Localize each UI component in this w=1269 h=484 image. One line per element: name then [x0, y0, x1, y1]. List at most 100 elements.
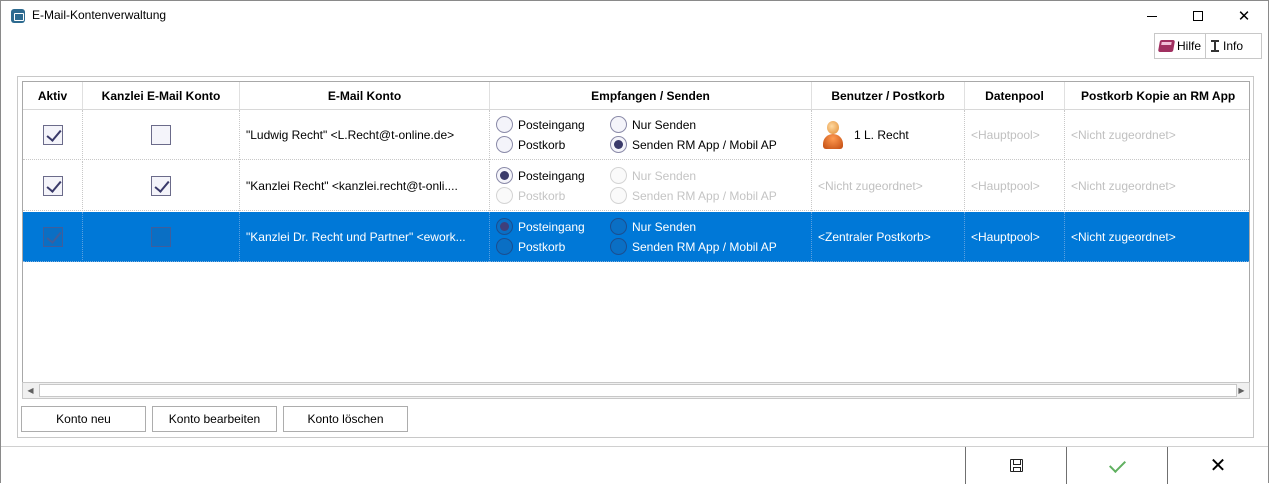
- kanzlei-cell: [83, 161, 240, 211]
- benutzer-cell[interactable]: 1 L. Recht: [812, 110, 965, 160]
- datenpool-cell[interactable]: <Hauptpool>: [965, 161, 1065, 211]
- radio-nur-senden[interactable]: Nur Senden: [610, 116, 696, 133]
- aktiv-cell: [23, 212, 83, 262]
- radio-nur-senden[interactable]: Nur Senden: [610, 167, 696, 184]
- help-button[interactable]: Hilfe: [1155, 34, 1205, 58]
- datenpool-cell[interactable]: <Hauptpool>: [965, 212, 1065, 262]
- radio-group: Posteingang Postkorb Nur Senden Senden R…: [490, 114, 810, 158]
- radio-label: Senden RM App / Mobil AP: [632, 137, 777, 152]
- email-konto-cell[interactable]: "Kanzlei Dr. Recht und Partner" <ework..…: [240, 212, 490, 262]
- person-icon: [822, 120, 844, 150]
- accounts-grid[interactable]: Aktiv Kanzlei E-Mail Konto E-Mail Konto …: [22, 81, 1250, 399]
- scroll-left-icon[interactable]: ◀: [23, 383, 38, 398]
- table-row[interactable]: "Kanzlei Recht" <kanzlei.recht@t-onli...…: [23, 161, 1249, 211]
- aktiv-cell: [23, 110, 83, 160]
- benutzer-cell[interactable]: <Zentraler Postkorb>: [812, 212, 965, 262]
- konto-neu-button[interactable]: Konto neu: [21, 406, 146, 432]
- benutzer-label: 1 L. Recht: [854, 128, 909, 142]
- kanzlei-cell: [83, 212, 240, 262]
- radio-group: Posteingang Postkorb Nur Senden Senden R…: [490, 216, 810, 260]
- aktiv-checkbox[interactable]: [42, 227, 63, 247]
- table-row[interactable]: "Ludwig Recht" <L.Recht@t-online.de> Pos…: [23, 110, 1249, 160]
- minimize-button[interactable]: [1129, 1, 1175, 31]
- column-header-datenpool[interactable]: Datenpool: [965, 82, 1065, 110]
- minimize-icon: [1147, 15, 1157, 17]
- maximize-button[interactable]: [1175, 1, 1221, 31]
- column-header-email-konto[interactable]: E-Mail Konto: [240, 82, 490, 110]
- scrollbar-thumb[interactable]: [39, 384, 1237, 397]
- radio-nur-senden[interactable]: Nur Senden: [610, 218, 696, 235]
- email-konto-cell[interactable]: "Ludwig Recht" <L.Recht@t-online.de>: [240, 110, 490, 160]
- radio-label: Postkorb: [518, 137, 566, 152]
- radio-senden-rm-app[interactable]: Senden RM App / Mobil AP: [610, 136, 777, 153]
- table-row-selected[interactable]: "Kanzlei Dr. Recht und Partner" <ework..…: [23, 212, 1249, 262]
- kanzlei-checkbox[interactable]: [151, 176, 171, 196]
- column-header-postkorb-kopie[interactable]: Postkorb Kopie an RM App: [1065, 82, 1249, 110]
- radio-postkorb[interactable]: Postkorb: [496, 238, 565, 255]
- empfangen-senden-cell: Posteingang Postkorb Nur Senden Senden R…: [490, 161, 812, 211]
- close-window-button[interactable]: ✕: [1221, 1, 1267, 31]
- aktiv-checkbox[interactable]: [42, 125, 63, 145]
- konto-loeschen-button[interactable]: Konto löschen: [283, 406, 408, 432]
- radio-dot: [496, 116, 513, 133]
- empfangen-senden-cell: Posteingang Postkorb Nur Senden Senden R…: [490, 212, 812, 262]
- close-icon: ✕: [1209, 454, 1227, 477]
- kanzlei-checkbox[interactable]: [151, 227, 171, 247]
- radio-postkorb[interactable]: Postkorb: [496, 136, 565, 153]
- title-bar: E-Mail-Kontenverwaltung ✕: [1, 1, 1268, 31]
- radio-label: Senden RM App / Mobil AP: [632, 239, 777, 254]
- column-header-kanzlei-konto[interactable]: Kanzlei E-Mail Konto: [83, 82, 240, 110]
- email-konto-cell[interactable]: "Kanzlei Recht" <kanzlei.recht@t-onli...…: [240, 161, 490, 211]
- radio-dot: [496, 167, 513, 184]
- postkorb-kopie-cell[interactable]: <Nicht zugeordnet>: [1065, 110, 1249, 160]
- check-icon: [1109, 461, 1125, 471]
- radio-dot: [496, 238, 513, 255]
- radio-posteingang[interactable]: Posteingang: [496, 218, 585, 235]
- radio-dot: [610, 136, 627, 153]
- radio-dot: [496, 136, 513, 153]
- book-icon: [1157, 40, 1176, 52]
- ok-button[interactable]: [1066, 447, 1167, 484]
- help-label: Hilfe: [1177, 39, 1202, 53]
- radio-posteingang[interactable]: Posteingang: [496, 167, 585, 184]
- horizontal-scrollbar[interactable]: ◀ ▶: [22, 382, 1250, 399]
- benutzer-cell[interactable]: <Nicht zugeordnet>: [812, 161, 965, 211]
- radio-posteingang[interactable]: Posteingang: [496, 116, 585, 133]
- info-button[interactable]: Info: [1205, 34, 1247, 58]
- column-header-empfangen-senden[interactable]: Empfangen / Senden: [490, 82, 812, 110]
- maximize-icon: [1193, 11, 1203, 21]
- window-title: E-Mail-Kontenverwaltung: [32, 8, 167, 22]
- aktiv-cell: [23, 161, 83, 211]
- postkorb-kopie-cell[interactable]: <Nicht zugeordnet>: [1065, 161, 1249, 211]
- radio-label: Nur Senden: [632, 219, 697, 234]
- save-button[interactable]: [965, 447, 1066, 484]
- radio-postkorb[interactable]: Postkorb: [496, 187, 565, 204]
- radio-dot: [496, 218, 513, 235]
- help-toolbar: Hilfe Info: [1154, 33, 1262, 59]
- datenpool-cell[interactable]: <Hauptpool>: [965, 110, 1065, 160]
- footer-bar: ✕: [1, 446, 1268, 484]
- radio-label: Posteingang: [518, 219, 585, 234]
- radio-dot: [610, 116, 627, 133]
- column-header-aktiv[interactable]: Aktiv: [23, 82, 83, 110]
- radio-senden-rm-app[interactable]: Senden RM App / Mobil AP: [610, 187, 777, 204]
- radio-label: Senden RM App / Mobil AP: [632, 188, 777, 203]
- aktiv-checkbox[interactable]: [42, 176, 63, 196]
- empfangen-senden-cell: Posteingang Postkorb Nur Senden Senden R…: [490, 110, 812, 160]
- column-header-benutzer-postkorb[interactable]: Benutzer / Postkorb: [812, 82, 965, 110]
- radio-dot: [610, 167, 627, 184]
- scroll-right-icon[interactable]: ▶: [1234, 383, 1249, 398]
- konto-bearbeiten-button[interactable]: Konto bearbeiten: [152, 406, 277, 432]
- radio-dot: [496, 187, 513, 204]
- close-icon: ✕: [1237, 8, 1251, 25]
- kanzlei-checkbox[interactable]: [151, 125, 171, 145]
- cancel-button[interactable]: ✕: [1167, 447, 1268, 484]
- radio-dot: [610, 238, 627, 255]
- info-label: Info: [1223, 39, 1244, 53]
- radio-label: Nur Senden: [632, 117, 697, 132]
- radio-label: Postkorb: [518, 239, 566, 254]
- radio-label: Nur Senden: [632, 168, 697, 183]
- postkorb-kopie-cell[interactable]: <Nicht zugeordnet>: [1065, 212, 1249, 262]
- radio-senden-rm-app[interactable]: Senden RM App / Mobil AP: [610, 238, 777, 255]
- radio-label: Posteingang: [518, 168, 585, 183]
